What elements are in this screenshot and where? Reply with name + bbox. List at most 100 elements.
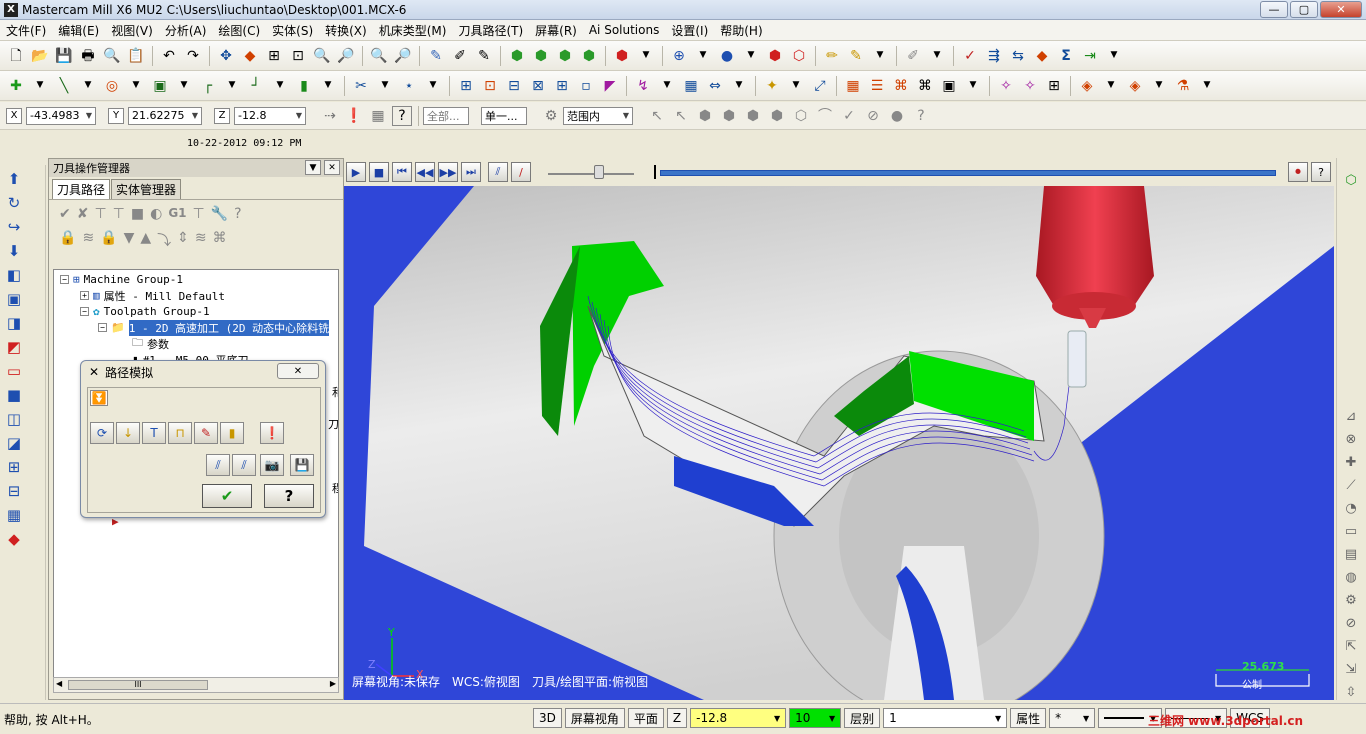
recent-fn-5-icon[interactable]: ◔ [1341,498,1361,518]
link-icon[interactable]: ⌘ [213,230,227,250]
post-op-icon[interactable]: ⊤ [193,206,205,222]
collapse-dialog-icon[interactable]: ⏬ [90,390,108,406]
view-cube-icon[interactable]: ⬢ [612,46,632,66]
zoom-out-icon[interactable]: 🔎 [393,46,413,66]
sim-close-button[interactable]: ✕ [277,363,319,379]
chevron-down-icon[interactable]: ▼ [30,76,50,96]
check-toolpath-icon[interactable]: ✓ [960,46,980,66]
tab-toolpaths[interactable]: 刀具路径 [52,179,111,199]
drag-icon[interactable]: ↯ [633,76,653,96]
rectangle-icon[interactable]: ▣ [150,76,170,96]
sigma-icon[interactable]: Σ [1056,46,1076,66]
chevron-down-icon[interactable]: ▼ [786,76,806,96]
mirror-icon[interactable]: ⊟ [504,76,524,96]
chevron-down-icon[interactable]: ▼ [657,76,677,96]
chevron-down-icon[interactable]: ▼ [222,76,242,96]
surface-2-icon[interactable]: ✧ [1020,76,1040,96]
backplot-icon[interactable]: ⇶ [984,46,1004,66]
tree-operation-1[interactable]: − 📁 1 - 2D 高速加工 (2D 动态中心除料铣 [98,319,330,336]
grid-icon[interactable]: ▦ [843,76,863,96]
menu-ai-solutions[interactable]: Ai Solutions [583,23,666,37]
solid-outline-icon[interactable]: ⬡ [789,46,809,66]
tool-shape-icon[interactable]: ▮ [220,422,244,444]
menu-create[interactable]: 绘图(C) [212,22,266,39]
cursor-select-icon[interactable]: ↖ [671,106,691,126]
close-button[interactable]: ✕ [1320,1,1362,18]
select-all-ops-icon[interactable]: ✔ [59,206,71,222]
chevron-down-icon[interactable]: ▼ [927,46,947,66]
solid-chamfer-icon[interactable]: ▣ [4,289,24,309]
recent-fn-13-icon[interactable]: ⇳ [1341,682,1361,702]
save-icon[interactable]: 💾 [54,46,74,66]
unzoom-icon[interactable]: 🔍 [369,46,389,66]
regen-icon[interactable]: ⊤ [94,206,106,222]
fast-point-icon[interactable]: ⇢ [320,106,340,126]
menu-toolpaths[interactable]: 刀具路径(T) [452,22,529,39]
move-down-icon[interactable]: ▼ [124,230,135,250]
menu-xform[interactable]: 转换(X) [319,22,373,39]
recent-fn-12-icon[interactable]: ⇲ [1341,659,1361,679]
camera-icon[interactable]: 📷 [260,454,284,476]
chevron-down-icon[interactable]: ▼ [423,76,443,96]
chevron-down-icon[interactable]: ▼ [78,76,98,96]
chevron-down-icon[interactable]: ▼ [305,160,321,175]
zoom-window-icon[interactable]: ⊡ [288,46,308,66]
g1-icon[interactable]: G1 [168,206,186,222]
nest-icon[interactable]: ▦ [681,76,701,96]
solid-loft-icon[interactable]: ⬇ [4,241,24,261]
help-icon[interactable]: ? [234,206,241,222]
surface-icon[interactable]: ✧ [996,76,1016,96]
wire-cube-icon[interactable]: ⊞ [1044,76,1064,96]
light-icon[interactable]: ✦ [762,76,782,96]
solid-boolean-icon[interactable]: ◫ [4,409,24,429]
move-up-icon[interactable]: ▲ [140,230,151,250]
chevron-down-icon[interactable]: ▼ [1101,76,1121,96]
solid-color-icon[interactable]: ◆ [4,529,24,549]
circle-icon[interactable]: ◎ [102,76,122,96]
scroll-thumb[interactable]: III [68,680,208,690]
menu-machine-type[interactable]: 机床类型(M) [373,22,453,39]
repaint-icon[interactable]: ◆ [240,46,260,66]
print-preview-icon[interactable]: 🔍 [102,46,122,66]
screen-view-button[interactable]: 屏幕视角 [564,708,625,728]
tool-display-icon[interactable]: ↓ [116,422,140,444]
chevron-down-icon[interactable]: ▼ [963,76,983,96]
check-select-icon[interactable]: ✓ [839,106,859,126]
tool-mode-icon[interactable]: / [511,162,531,182]
collapse-icon[interactable]: − [60,275,69,284]
no-entry-icon[interactable]: ⊘ [863,106,883,126]
offset-icon[interactable]: ⊠ [528,76,548,96]
globe-icon[interactable]: ⊕ [669,46,689,66]
wire-cube-icon[interactable]: ⬡ [1341,170,1361,190]
solid-cut-icon[interactable]: ◈ [1125,76,1145,96]
chevron-down-icon[interactable]: ▼ [741,46,761,66]
export-icon[interactable]: ⇥ [1080,46,1100,66]
rewind-start-icon[interactable]: ⏮ [392,162,412,182]
chevron-down-icon[interactable]: ▼ [270,76,290,96]
menu-edit[interactable]: 编辑(E) [52,22,105,39]
fit-icon[interactable]: ⊞ [264,46,284,66]
info-icon[interactable]: ❗ [260,422,284,444]
menu-solids[interactable]: 实体(S) [266,22,319,39]
selection-mode-icon[interactable]: ⚙ [541,106,561,126]
wireframe-icon[interactable]: ✐ [450,46,470,66]
save-sim-icon[interactable]: 💾 [290,454,314,476]
solid-red-icon[interactable]: ⬢ [765,46,785,66]
zoom-target-icon[interactable]: 🔎 [336,46,356,66]
display-mode-icon[interactable]: ⟳ [90,422,114,444]
menu-help[interactable]: 帮助(H) [714,22,768,39]
range-dropdown[interactable]: 范围内 ▼ [563,106,633,125]
backplot-op-icon[interactable]: ◐ [150,206,162,222]
chevron-down-icon[interactable]: ▼ [174,76,194,96]
solid-icon[interactable]: ◈ [1077,76,1097,96]
shade-icon[interactable]: ✎ [426,46,446,66]
menu-file[interactable]: 文件(F) [0,22,52,39]
chevron-down-icon[interactable]: ▼ [375,76,395,96]
lock-icon[interactable]: 🔒 [59,230,76,250]
quick-verify-icon[interactable]: ⊓ [168,422,192,444]
chevron-down-icon[interactable]: ▼ [1104,46,1124,66]
chevron-down-icon[interactable]: ▼ [636,46,656,66]
z-depth-field[interactable]: -12.8 ▼ [690,708,787,728]
hexagon-icon[interactable]: ⬢ [767,106,787,126]
solid-thicken-icon[interactable]: ▭ [4,361,24,381]
